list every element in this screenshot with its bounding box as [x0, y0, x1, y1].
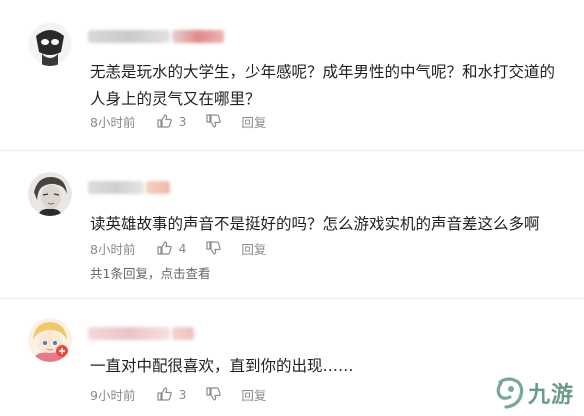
avatar[interactable] [28, 172, 72, 216]
nine-game-logo-icon [496, 377, 524, 409]
comment-time: 8小时前 [90, 114, 136, 130]
dislike-button[interactable] [206, 387, 222, 401]
comment-time: 8小时前 [90, 241, 136, 257]
watermark-text: 九游 [527, 382, 574, 408]
dislike-button[interactable] [206, 114, 222, 128]
username-redacted [88, 181, 144, 194]
avatar[interactable] [28, 22, 72, 66]
like-count: 3 [178, 386, 187, 402]
username-redacted [88, 327, 170, 340]
divider [0, 150, 584, 151]
comment-text: 读英雄故事的声音不是挺好的吗？怎么游戏实机的声音差这么多啊 [90, 215, 540, 233]
thumbs-down-icon [206, 114, 222, 128]
thumbs-down-icon [206, 387, 222, 401]
watermark: 九游 [492, 376, 574, 410]
like-button[interactable]: 3 [157, 387, 186, 402]
thumbs-down-icon [206, 241, 222, 255]
avatar[interactable] [28, 318, 72, 362]
comment-time: 9小时前 [90, 387, 136, 403]
comment-meta: 8小时前 4 回复 [90, 239, 266, 257]
comment-text: 无恙是玩水的大学生，少年感呢？成年男性的中气呢？和水打交道的人身上的灵气又在哪里… [90, 63, 556, 108]
thumbs-up-icon [157, 241, 173, 255]
user-badge-redacted [146, 181, 170, 194]
like-button[interactable]: 3 [157, 114, 186, 129]
thumbs-up-icon [157, 387, 173, 401]
comment-meta: 8小时前 3 回复 [90, 112, 266, 130]
dislike-button[interactable] [206, 241, 222, 255]
reply-button[interactable]: 回复 [241, 112, 266, 131]
username-redacted [88, 30, 170, 43]
like-count: 3 [178, 113, 187, 129]
comment-text: 一直对中配很喜欢，直到你的出现…… [90, 357, 354, 375]
reply-button[interactable]: 回复 [241, 385, 266, 404]
like-button[interactable]: 4 [157, 241, 186, 256]
view-replies-link[interactable]: 共1条回复，点击查看 [90, 263, 210, 282]
comment-meta: 9小时前 3 回复 [90, 385, 266, 403]
user-badge-redacted [172, 327, 194, 340]
reply-button[interactable]: 回复 [241, 239, 266, 258]
user-badge-redacted [172, 30, 224, 43]
thumbs-up-icon [157, 114, 173, 128]
like-count: 4 [178, 240, 187, 256]
divider [0, 298, 584, 299]
